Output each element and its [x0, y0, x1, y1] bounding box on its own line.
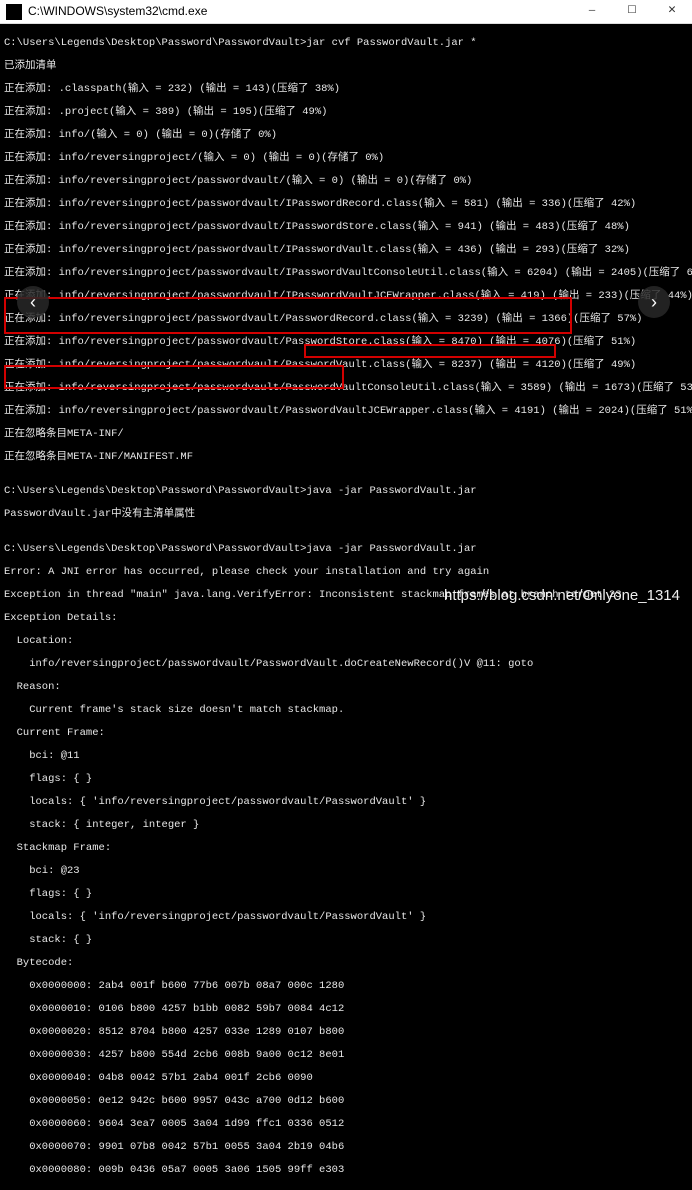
terminal-line: 正在添加: info/reversingproject/passwordvaul… — [4, 360, 688, 372]
terminal-line: 正在添加: info/reversingproject/passwordvaul… — [4, 314, 688, 326]
terminal-line: 正在添加: info/reversingproject/passwordvaul… — [4, 268, 688, 280]
terminal-line: 正在忽略条目META-INF/ — [4, 429, 688, 441]
terminal-line: 正在添加: .classpath(输入 = 232) (输出 = 143)(压缩… — [4, 84, 688, 96]
terminal-line: Location: — [4, 636, 688, 648]
terminal-line: 0x0000070: 9901 07b8 0042 57b1 0055 3a04… — [4, 1142, 688, 1154]
terminal-line: Current Frame: — [4, 728, 688, 740]
terminal-line: 正在添加: info/reversingproject/passwordvaul… — [4, 222, 688, 234]
terminal-output: C:\Users\Legends\Desktop\Password\Passwo… — [0, 24, 692, 1190]
terminal-line: Current frame's stack size doesn't match… — [4, 705, 688, 717]
terminal-line: 正在添加: info/reversingproject/passwordvaul… — [4, 245, 688, 257]
terminal-line: 0x0000060: 9604 3ea7 0005 3a04 1d99 ffc1… — [4, 1119, 688, 1131]
terminal-line: flags: { } — [4, 774, 688, 786]
terminal-line: C:\Users\Legends\Desktop\Password\Passwo… — [4, 486, 688, 498]
terminal-line: C:\Users\Legends\Desktop\Password\Passwo… — [4, 38, 688, 50]
terminal-line: 正在添加: info/reversingproject/passwordvaul… — [4, 383, 688, 395]
terminal-line: info/reversingproject/passwordvault/Pass… — [4, 659, 688, 671]
terminal-line: 正在添加: info/reversingproject/passwordvaul… — [4, 406, 688, 418]
terminal-line: bci: @23 — [4, 866, 688, 878]
cmd-icon — [6, 4, 22, 20]
maximize-button[interactable]: ☐ — [612, 0, 652, 24]
terminal-line: locals: { 'info/reversingproject/passwor… — [4, 912, 688, 924]
terminal-line: 正在添加: info/(输入 = 0) (输出 = 0)(存储了 0%) — [4, 130, 688, 142]
terminal-line: 正在忽略条目META-INF/MANIFEST.MF — [4, 452, 688, 464]
terminal-line: locals: { 'info/reversingproject/passwor… — [4, 797, 688, 809]
terminal-line: 正在添加: info/reversingproject/passwordvaul… — [4, 176, 688, 188]
terminal-line: 0x0000080: 009b 0436 05a7 0005 3a06 1505… — [4, 1165, 688, 1177]
terminal-line: 0x0000030: 4257 b800 554d 2cb6 008b 9a00… — [4, 1050, 688, 1062]
minimize-button[interactable]: — — [572, 0, 612, 24]
terminal-line: Stackmap Frame: — [4, 843, 688, 855]
terminal-line: Exception Details: — [4, 613, 688, 625]
terminal-line: 0x0000050: 0e12 942c b600 9957 043c a700… — [4, 1096, 688, 1108]
terminal-line: 0x0000010: 0106 b800 4257 b1bb 0082 59b7… — [4, 1004, 688, 1016]
terminal-line: bci: @11 — [4, 751, 688, 763]
terminal-line: Bytecode: — [4, 958, 688, 970]
terminal-line: 正在添加: info/reversingproject/passwordvaul… — [4, 291, 688, 303]
gallery-prev-button[interactable]: ‹ — [17, 286, 49, 318]
terminal-line: 已添加清单 — [4, 61, 688, 73]
terminal-line: 正在添加: info/reversingproject/(输入 = 0) (输出… — [4, 153, 688, 165]
gallery-next-button[interactable]: › — [638, 286, 670, 318]
terminal-line: 0x0000000: 2ab4 001f b600 77b6 007b 08a7… — [4, 981, 688, 993]
terminal-line: 正在添加: .project(输入 = 389) (输出 = 195)(压缩了 … — [4, 107, 688, 119]
terminal-line: 正在添加: info/reversingproject/passwordvaul… — [4, 337, 688, 349]
terminal-line: flags: { } — [4, 889, 688, 901]
terminal-line: stack: { integer, integer } — [4, 820, 688, 832]
close-button[interactable]: ✕ — [652, 0, 692, 24]
terminal-line: 正在添加: info/reversingproject/passwordvaul… — [4, 199, 688, 211]
terminal-line: C:\Users\Legends\Desktop\Password\Passwo… — [4, 544, 688, 556]
terminal-line: Reason: — [4, 682, 688, 694]
window-titlebar: C:\WINDOWS\system32\cmd.exe — ☐ ✕ — [0, 0, 692, 24]
terminal-line: PasswordVault.jar中没有主清单属性 — [4, 509, 688, 521]
terminal-line: 0x0000020: 8512 8704 b800 4257 033e 1289… — [4, 1027, 688, 1039]
terminal-line: 0x0000040: 04b8 0042 57b1 2ab4 001f 2cb6… — [4, 1073, 688, 1085]
watermark-text: https://blog.csdn.net/Onlyone_1314 — [444, 590, 680, 602]
window-title: C:\WINDOWS\system32\cmd.exe — [28, 6, 572, 18]
terminal-line: Error: A JNI error has occurred, please … — [4, 567, 688, 579]
terminal-line: stack: { } — [4, 935, 688, 947]
